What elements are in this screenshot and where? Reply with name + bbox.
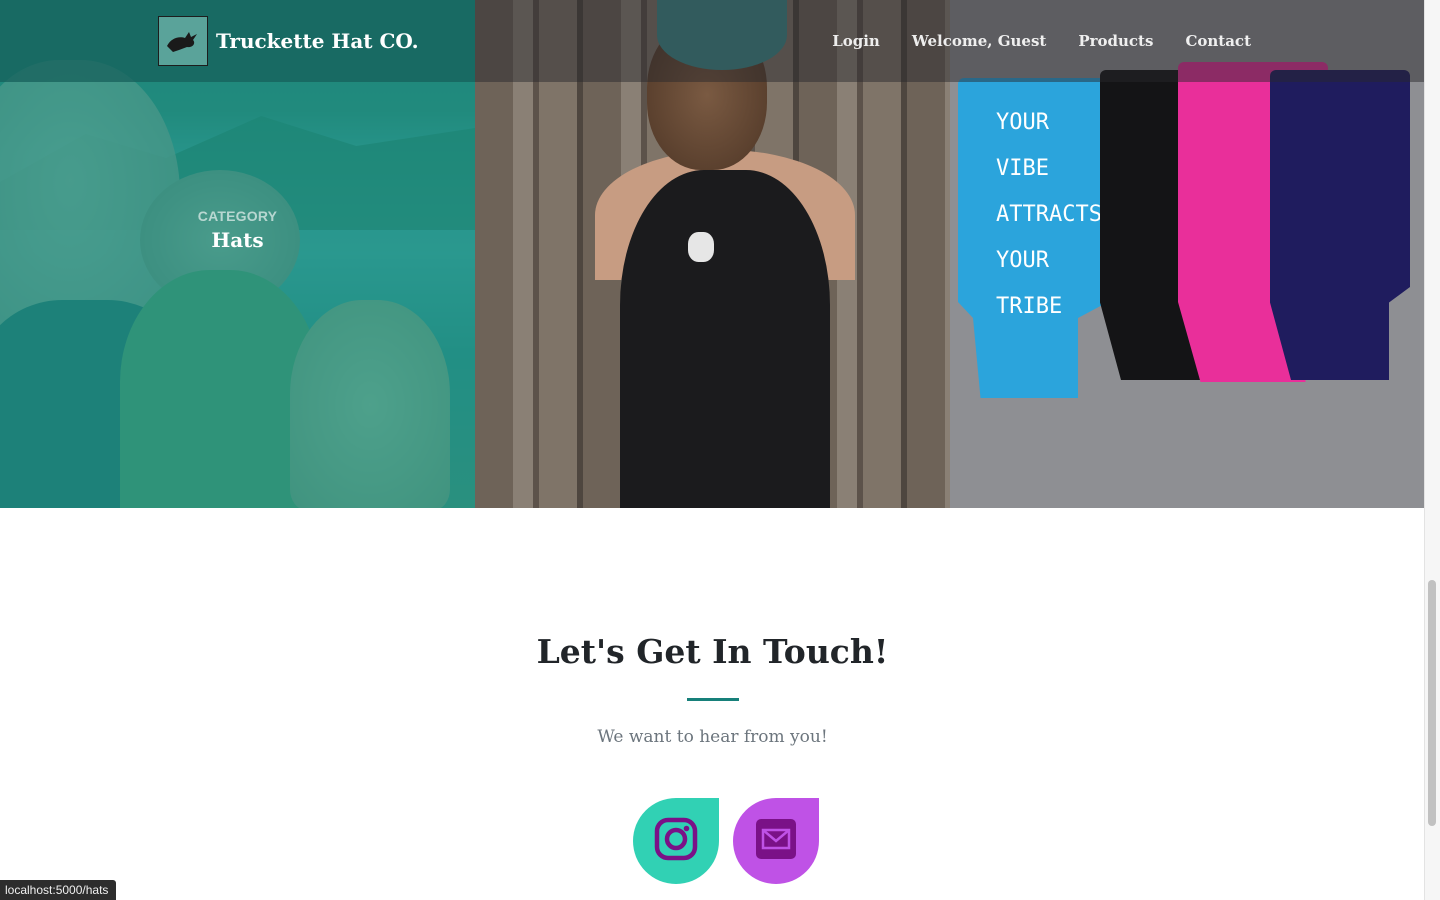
- jackalope-logo-icon: [158, 16, 208, 66]
- nav-contact[interactable]: Contact: [1185, 32, 1251, 50]
- category-name: Hats: [211, 228, 264, 252]
- scrollbar-thumb[interactable]: [1428, 580, 1436, 826]
- category-caption: CATEGORY Hats: [0, 208, 475, 252]
- koozie-blue: YOUR VIBE ATTRACTS YOUR TRIBE: [958, 78, 1108, 398]
- koozie-line-2: ATTRACTS: [996, 202, 1102, 227]
- nav-welcome-guest[interactable]: Welcome, Guest: [912, 32, 1047, 50]
- koozie-navy: [1270, 70, 1410, 380]
- page-scrollbar[interactable]: [1424, 0, 1440, 900]
- jackalope-print-icon: [688, 232, 714, 262]
- instagram-icon: [654, 817, 698, 865]
- instagram-button[interactable]: [633, 798, 719, 884]
- koozie-line-3: YOUR TRIBE: [996, 248, 1063, 319]
- contact-heading: Let's Get In Touch!: [536, 632, 889, 671]
- top-navbar: Truckette Hat CO. Login Welcome, Guest P…: [0, 0, 1425, 82]
- email-button[interactable]: [733, 798, 819, 884]
- brand-link[interactable]: Truckette Hat CO.: [158, 16, 419, 66]
- brand-name: Truckette Hat CO.: [216, 29, 419, 53]
- koozie-line-1: YOUR VIBE: [996, 110, 1049, 181]
- category-label: CATEGORY: [197, 208, 278, 224]
- status-bar-url: localhost:5000/hats: [0, 880, 117, 900]
- nav-login[interactable]: Login: [832, 32, 880, 50]
- nav-products[interactable]: Products: [1078, 32, 1153, 50]
- contact-subheading: We want to hear from you!: [597, 727, 828, 747]
- main-nav: Login Welcome, Guest Products Contact: [800, 0, 1251, 82]
- photo-tank-top: [620, 170, 830, 508]
- contact-section: Let's Get In Touch! We want to hear from…: [0, 508, 1425, 900]
- mail-icon: [754, 817, 798, 865]
- heading-divider: [687, 698, 739, 701]
